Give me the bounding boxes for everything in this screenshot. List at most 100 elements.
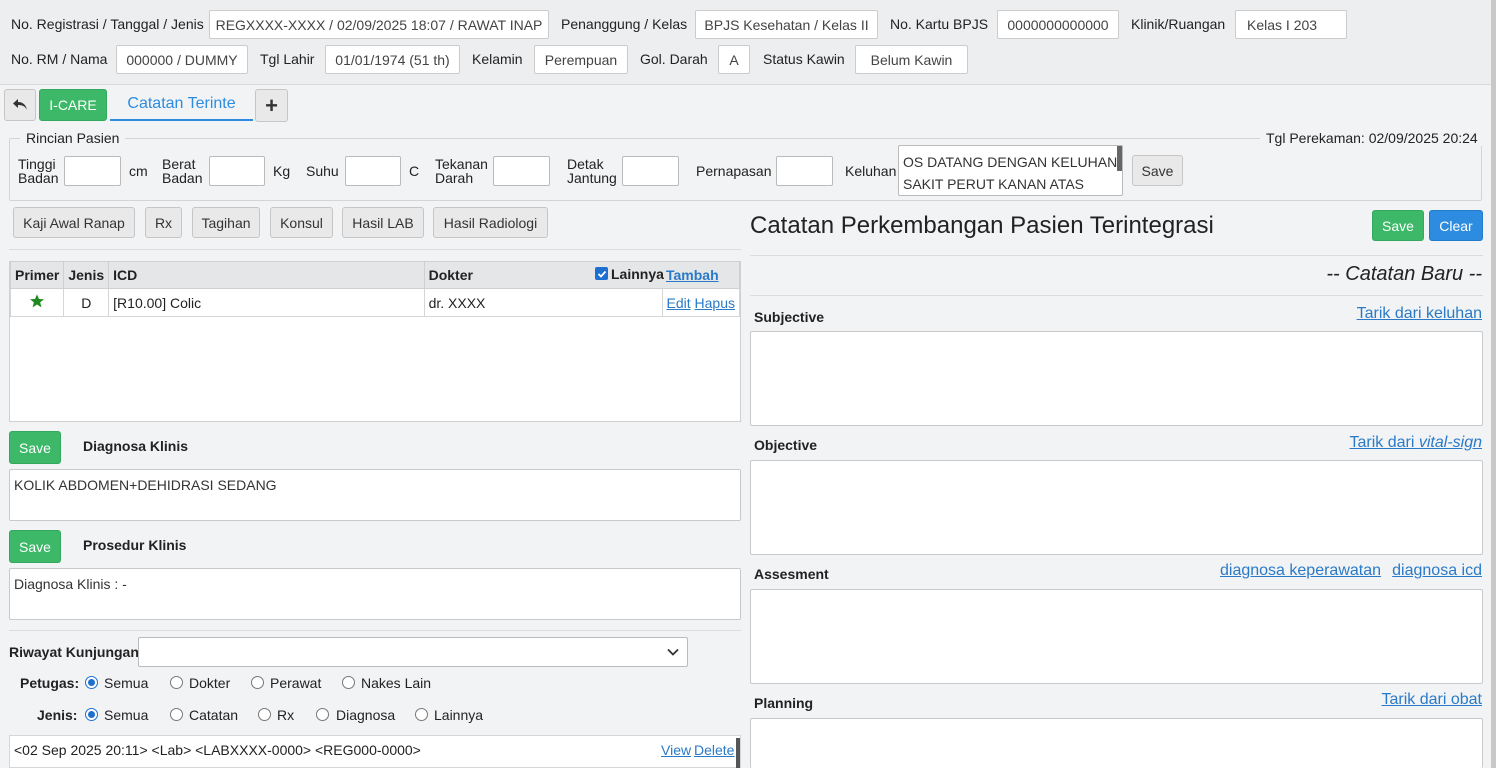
star-icon[interactable] — [29, 293, 45, 309]
subjective-label: Subjective — [754, 309, 825, 325]
bpjs-label: No. Kartu BPJS — [890, 16, 989, 32]
delete-link[interactable]: Delete — [694, 742, 734, 758]
tinggi-input[interactable] — [64, 156, 121, 186]
konsul-button[interactable]: Konsul — [270, 207, 333, 238]
darah-value: A — [718, 45, 750, 74]
add-tab-button[interactable]: + — [255, 89, 288, 122]
pernapasan-input[interactable] — [776, 156, 833, 186]
reg-label: No. Registrasi / Tanggal / Jenis — [11, 16, 204, 32]
tagihan-button[interactable]: Tagihan — [192, 207, 260, 238]
tekanan-label: Tekanan Darah — [435, 156, 488, 186]
tarik-keluhan-link[interactable]: Tarik dari keluhan — [1357, 305, 1482, 323]
diagnosa-icd-link[interactable]: diagnosa icd — [1392, 562, 1482, 580]
lahir-label: Tgl Lahir — [260, 51, 315, 67]
diagnosa-title: Diagnosa Klinis — [83, 438, 189, 454]
col-jenis: Jenis — [63, 261, 110, 289]
col-icd: ICD — [108, 261, 425, 289]
petugas-nakes-radio[interactable] — [342, 676, 355, 689]
hasil-radiologi-button[interactable]: Hasil Radiologi — [433, 207, 548, 238]
list-item: <02 Sep 2025 20:11> <Lab> <LABXXXX-0000>… — [14, 742, 421, 758]
suhu-label: Suhu — [306, 163, 339, 179]
objective-label: Objective — [754, 437, 818, 453]
page-scrollbar[interactable] — [1491, 0, 1496, 768]
divider — [750, 295, 1483, 296]
suhu-input[interactable] — [345, 156, 401, 186]
berat-label: Berat Badan — [162, 156, 203, 186]
klinik-label: Klinik/Ruangan — [1131, 16, 1226, 32]
jenis-label: Jenis: — [37, 707, 78, 723]
jenis-lainnya-radio[interactable] — [415, 708, 428, 721]
rx-button[interactable]: Rx — [145, 207, 182, 238]
prosedur-title: Prosedur Klinis — [83, 537, 187, 553]
rm-label: No. RM / Nama — [11, 51, 108, 67]
assesment-label: Assesment — [754, 566, 829, 582]
diagnosa-textarea[interactable]: KOLIK ABDOMEN+DEHIDRASI SEDANG — [9, 469, 741, 521]
cppt-title: Catatan Perkembangan Pasien Terintegrasi — [750, 212, 1214, 239]
prosedur-textarea[interactable]: Diagnosa Klinis : - — [9, 568, 741, 620]
lainnya-label: Lainnya — [611, 266, 664, 282]
jenis-lainnya-label: Lainnya — [434, 707, 484, 723]
rincian-save-button[interactable]: Save — [1132, 155, 1183, 186]
kelamin-value: Perempuan — [534, 45, 628, 74]
riwayat-select[interactable] — [138, 637, 688, 667]
catatan-baru-heading: -- Catatan Baru -- — [1326, 263, 1482, 285]
klinik-value: Kelas I 203 — [1235, 10, 1347, 39]
jenis-semua-radio[interactable] — [85, 708, 98, 721]
petugas-perawat-radio[interactable] — [251, 676, 264, 689]
tab-catatan-terintegrasi[interactable]: Catatan Terinte — [110, 89, 253, 121]
chevron-down-icon — [667, 648, 679, 656]
dokter-header-label: Dokter — [428, 267, 473, 283]
jenis-rx-radio[interactable] — [258, 708, 271, 721]
reg-value: REGXXXX-XXXX / 02/09/2025 18:07 / RAWAT … — [209, 10, 549, 39]
objective-textarea[interactable] — [750, 460, 1483, 555]
subjective-textarea[interactable] — [750, 331, 1483, 426]
row-actions: Edit Hapus — [661, 288, 740, 317]
lainnya-checkbox[interactable] — [595, 267, 608, 280]
detak-label: Detak Jantung — [567, 156, 617, 186]
check-icon — [597, 270, 606, 278]
diagnosa-keperawatan-link[interactable]: diagnosa keperawatan — [1220, 562, 1381, 580]
hapus-link[interactable]: Hapus — [695, 295, 735, 311]
jenis-rx-label: Rx — [277, 707, 295, 723]
kaji-awal-ranap-button[interactable]: Kaji Awal Ranap — [13, 207, 135, 238]
tinggi-label: Tinggi Badan — [18, 156, 59, 186]
icare-button[interactable]: I-CARE — [39, 89, 107, 121]
divider — [9, 249, 741, 250]
diagnosa-save-button[interactable]: Save — [9, 431, 61, 464]
kelamin-label: Kelamin — [472, 51, 523, 67]
back-button[interactable] — [4, 89, 36, 121]
petugas-dokter-radio[interactable] — [170, 676, 183, 689]
edit-link[interactable]: Edit — [667, 295, 691, 311]
prosedur-save-button[interactable]: Save — [9, 530, 61, 563]
jenis-catatan-radio[interactable] — [170, 708, 183, 721]
planning-textarea[interactable] — [750, 718, 1483, 768]
tarik-obat-link[interactable]: Tarik dari obat — [1382, 691, 1483, 709]
petugas-dokter-label: Dokter — [189, 675, 231, 691]
kawin-label: Status Kawin — [763, 51, 845, 67]
jenis-cell: D — [63, 288, 110, 317]
list-scrollbar[interactable] — [736, 738, 740, 768]
tekanan-input[interactable] — [493, 156, 550, 186]
rm-value: 000000 / DUMMY — [116, 45, 248, 74]
keluhan-scrollbar[interactable] — [1117, 146, 1122, 171]
view-link[interactable]: View — [661, 742, 691, 758]
berat-input[interactable] — [209, 156, 265, 186]
petugas-semua-radio[interactable] — [85, 676, 98, 689]
patient-header: No. Registrasi / Tanggal / Jenis REGXXXX… — [0, 0, 1496, 85]
lahir-value: 01/01/1974 (51 th) — [325, 45, 460, 74]
jenis-diagnosa-radio[interactable] — [316, 708, 329, 721]
cppt-clear-button[interactable]: Clear — [1429, 210, 1483, 241]
detak-input[interactable] — [622, 156, 679, 186]
jenis-semua-label: Semua — [104, 707, 149, 723]
tambah-link[interactable]: Tambah — [666, 267, 719, 283]
planning-label: Planning — [754, 695, 814, 711]
tinggi-unit: cm — [129, 163, 148, 179]
rincian-legend: Rincian Pasien — [20, 130, 126, 146]
assesment-textarea[interactable] — [750, 589, 1483, 684]
cppt-save-button[interactable]: Save — [1372, 210, 1424, 241]
tarik-vital-sign-link[interactable]: Tarik dari vital-sign — [1350, 434, 1483, 452]
hasil-lab-button[interactable]: Hasil LAB — [342, 207, 424, 238]
primer-cell[interactable] — [9, 288, 65, 317]
undo-arrow-icon — [13, 99, 27, 110]
keluhan-textarea[interactable]: OS DATANG DENGAN KELUHAN SAKIT PERUT KAN… — [898, 145, 1123, 196]
